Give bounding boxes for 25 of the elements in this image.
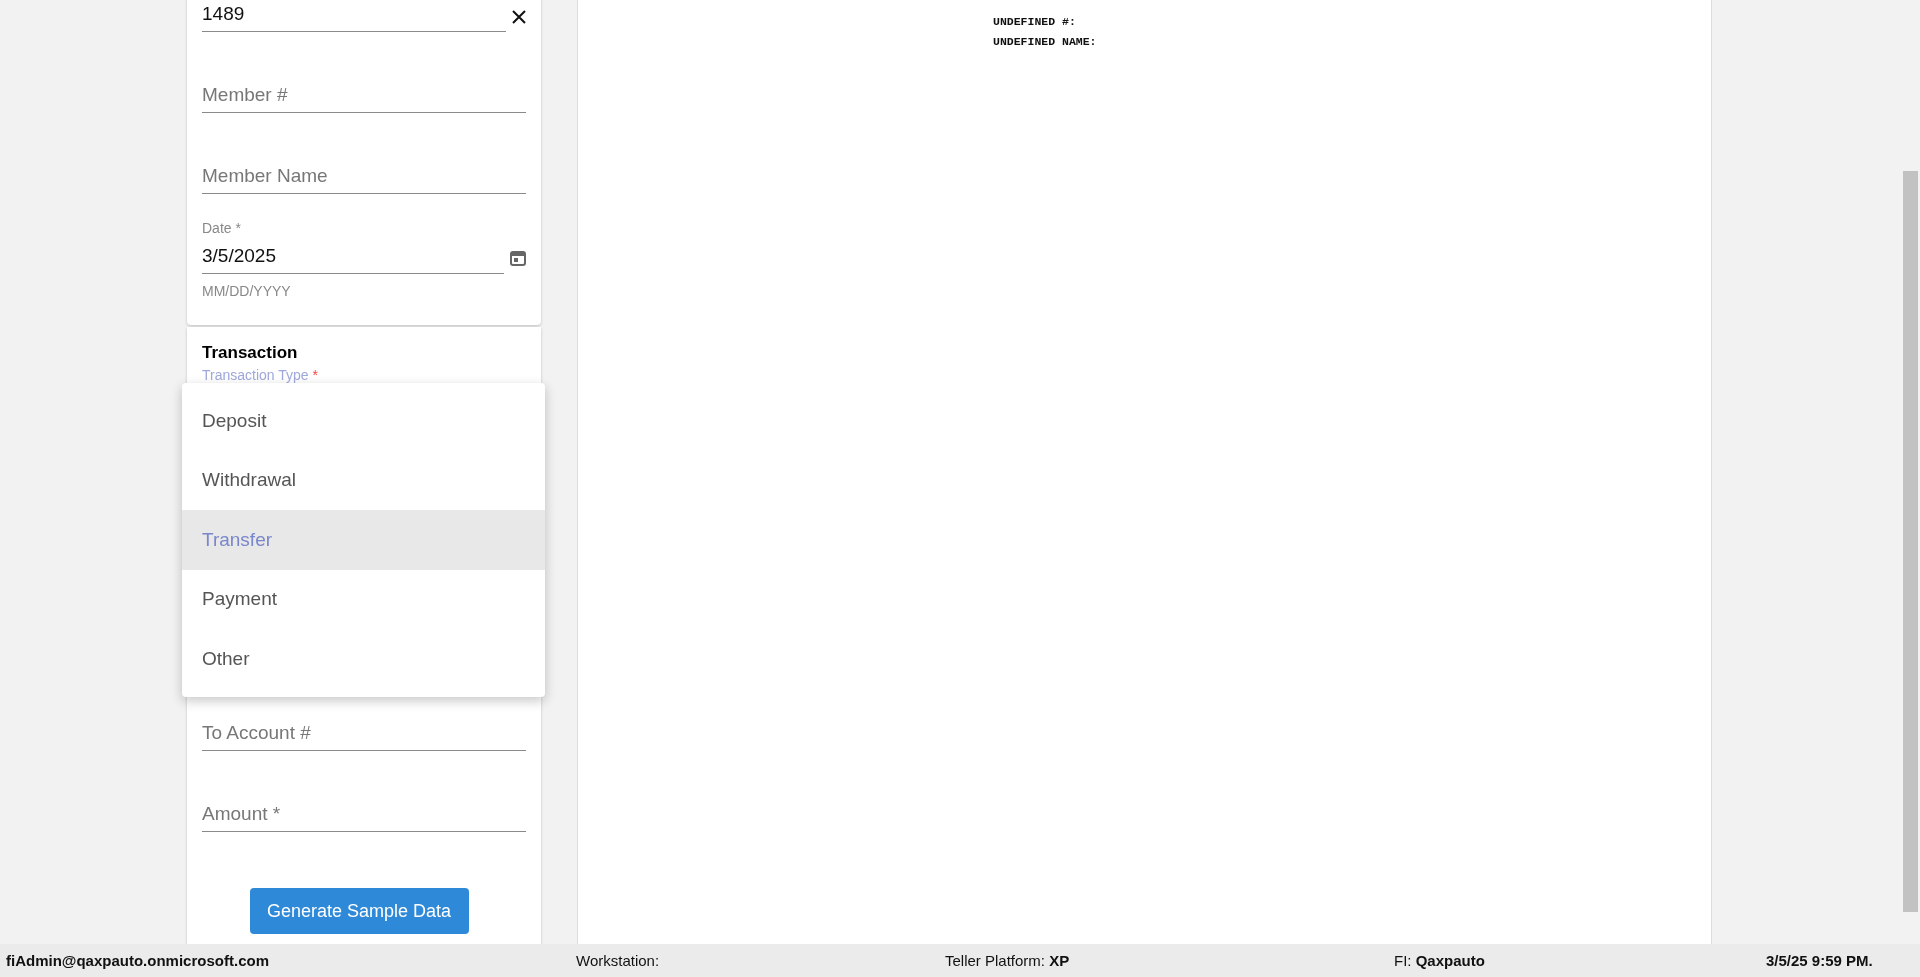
generate-button[interactable]: Generate Sample Data [249, 888, 469, 934]
id-field[interactable]: 1489 [202, 3, 506, 32]
text-field[interactable]: To Account # [202, 722, 526, 751]
helper-text: MM/DD/YYYY [202, 283, 292, 299]
platform-text: Teller Platform: XP [945, 952, 1071, 969]
close-icon[interactable] [512, 10, 526, 24]
field-label: Transaction Type * [202, 367, 319, 383]
date-field[interactable]: 3/5/2025 [202, 245, 504, 274]
fi-text: FI: Qaxpauto [1394, 952, 1486, 969]
menu-item[interactable]: Other [182, 629, 545, 689]
workstation-label: Workstation: [576, 952, 661, 969]
calendar-icon[interactable] [510, 250, 526, 266]
menu-item[interactable]: Withdrawal [182, 450, 545, 510]
date-time: 3/5/25 9:59 PM. [1766, 952, 1874, 969]
section-title: Transaction [202, 343, 299, 363]
field-label: Date * [202, 220, 242, 236]
text-field[interactable]: Member Name [202, 165, 526, 194]
receipt-label: UNDEFINED #: [993, 15, 1077, 28]
text-field[interactable]: Amount * [202, 803, 526, 832]
menu-item[interactable]: Payment [182, 569, 545, 629]
user-email: fiAdmin@qaxpauto.onmicrosoft.com [6, 952, 270, 969]
scrollbar-thumb[interactable] [1903, 171, 1918, 912]
menu-item[interactable]: Deposit [182, 391, 545, 451]
text-field[interactable]: Member # [202, 84, 526, 113]
receipt-label: UNDEFINED NAME: [993, 35, 1098, 48]
